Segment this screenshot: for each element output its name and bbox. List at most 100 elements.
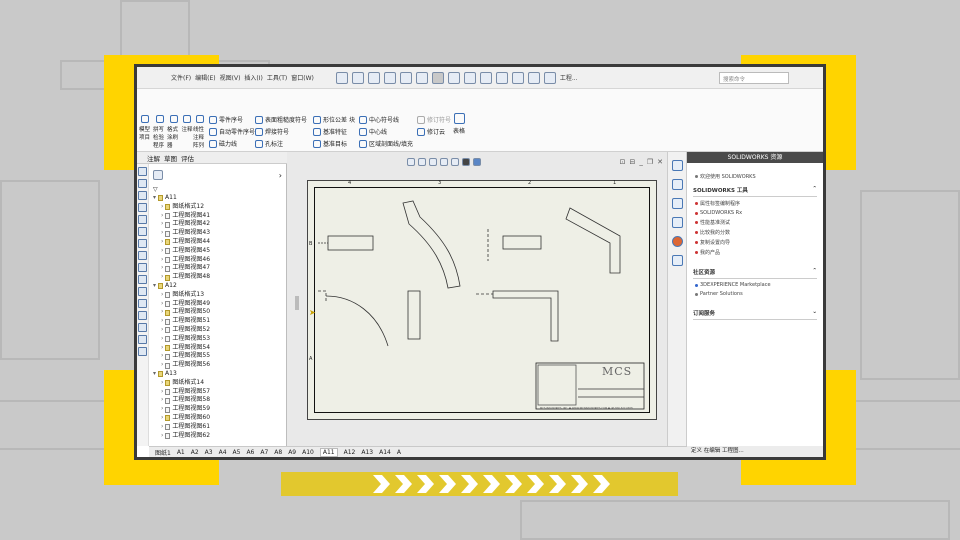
tool-icon-1[interactable] (138, 167, 147, 176)
tool-icon-4[interactable] (138, 203, 147, 212)
tree-view-node[interactable]: › 工程图视图59 (149, 405, 286, 414)
tree-view-node[interactable]: › 工程图视图54 (149, 344, 286, 353)
tool-icon-6[interactable] (138, 227, 147, 236)
tool-link[interactable]: 性能基准测试 (695, 219, 815, 226)
tree-view-node[interactable]: › 工程图视图58 (149, 396, 286, 405)
tool-icon-5[interactable] (138, 215, 147, 224)
design-library-icon[interactable] (671, 179, 683, 190)
tile-icon[interactable]: ⊡ (620, 158, 626, 166)
toolbox-icon[interactable] (495, 71, 508, 84)
monitor-icon[interactable] (473, 158, 481, 166)
tab-evaluate[interactable]: 评估 (181, 153, 194, 163)
display-style-icon[interactable] (451, 158, 459, 166)
chevron-right-icon[interactable]: › (161, 203, 163, 212)
tree-view-node[interactable]: › 工程图视图60 (149, 414, 286, 423)
tool-icon-10[interactable] (138, 275, 147, 284)
restore-small-icon[interactable]: ⊟ (629, 158, 635, 166)
chevron-right-icon[interactable]: › (161, 423, 163, 432)
tool-icon-15[interactable] (138, 335, 147, 344)
chevron-right-icon[interactable]: › (161, 432, 163, 441)
chevron-right-icon[interactable]: › (161, 212, 163, 221)
tool-link[interactable]: SOLIDWORKS Rx (695, 210, 815, 216)
chevron-right-icon[interactable]: › (161, 361, 163, 370)
drawing-sheet[interactable]: 4 3 2 1 B A MCS MCS INDUSTRIES, INC. ● W… (307, 180, 657, 420)
chevron-right-icon[interactable]: › (161, 414, 163, 423)
chevron-right-icon[interactable]: › (161, 344, 163, 353)
restore-icon[interactable]: ❐ (647, 158, 653, 166)
undo-icon[interactable] (415, 71, 428, 84)
sheet-tab[interactable]: A13 (361, 449, 373, 456)
select-arrow-icon[interactable] (431, 71, 444, 84)
revision-cloud-button[interactable]: 修订云 (417, 127, 445, 136)
tool-link[interactable]: 复制设置向导 (695, 239, 815, 246)
chevron-right-icon[interactable]: › (161, 256, 163, 265)
chevron-right-icon[interactable]: › (161, 300, 163, 309)
tree-view-node[interactable]: › 工程图视图45 (149, 247, 286, 256)
tree-view-node[interactable]: › 图纸格式14 (149, 379, 286, 388)
menu-file[interactable]: 文件(F) (171, 73, 191, 82)
tree-view-node[interactable]: › 工程图视图41 (149, 212, 286, 221)
home-icon[interactable] (335, 71, 348, 84)
new-file-icon[interactable] (351, 71, 364, 84)
chevron-right-icon[interactable]: › (161, 326, 163, 335)
expand-arrow-icon[interactable]: ▾ (153, 282, 156, 291)
open-folder-icon[interactable] (367, 71, 380, 84)
sheet-tab[interactable]: 图纸1 (155, 448, 171, 457)
tool-icon-7[interactable] (138, 239, 147, 248)
weld-symbol-button[interactable]: 焊接符号 (255, 127, 289, 136)
search-commands-input[interactable]: 搜索命令 (719, 71, 789, 84)
tree-sheet-node[interactable]: ▾ A12 (149, 282, 286, 291)
chevron-right-icon[interactable]: › (161, 388, 163, 397)
save-icon[interactable] (383, 71, 396, 84)
tree-view-node[interactable]: › 工程图视图61 (149, 423, 286, 432)
custom-properties-icon[interactable] (671, 255, 683, 266)
expand-arrow-icon[interactable]: ▾ (153, 370, 156, 379)
appearance-icon[interactable] (462, 158, 470, 166)
expand-arrow-icon[interactable]: ▾ (153, 194, 156, 203)
tree-sheet-node[interactable]: ▾ A13 (149, 370, 286, 379)
chevron-right-icon[interactable]: › (161, 273, 163, 282)
tree-view-node[interactable]: › 工程图视图52 (149, 326, 286, 335)
collapse-chevron-icon[interactable]: ⌃ (812, 186, 817, 194)
tool-link[interactable]: 属性标签编制程序 (695, 200, 815, 207)
zoom-area-icon[interactable] (418, 158, 426, 166)
drawing-canvas[interactable]: ⊡ ⊟ _ ❐ ✕ 4 3 2 1 B A MCS MCS INDUSTRIES… (287, 152, 667, 446)
minimize-icon[interactable]: _ (639, 158, 643, 166)
tree-view-node[interactable]: › 工程图视图42 (149, 220, 286, 229)
tool-link[interactable]: 比较我的分数 (695, 229, 815, 236)
tree-view-node[interactable]: › 工程图视图43 (149, 229, 286, 238)
tree-view-node[interactable]: › 工程图视图47 (149, 264, 286, 273)
tool-icon-13[interactable] (138, 311, 147, 320)
welcome-link[interactable]: 欢迎使用 SOLIDWORKS (695, 173, 815, 180)
datum-feature-button[interactable]: 基准特征 (313, 127, 347, 136)
surface-finish-button[interactable]: 表面粗糙度符号 (255, 115, 307, 124)
tree-view-node[interactable]: › 工程图视图62 (149, 432, 286, 441)
tool-icon-2[interactable] (138, 179, 147, 188)
tree-view-node[interactable]: › 工程图视图55 (149, 352, 286, 361)
tools-section-header[interactable]: SOLIDWORKS 工具 ⌃ (693, 186, 817, 197)
tree-view-node[interactable]: › 图纸格式13 (149, 291, 286, 300)
options-gear-icon[interactable] (479, 71, 492, 84)
sheet-tab[interactable]: A14 (379, 449, 391, 456)
tree-view-node[interactable]: › 工程图视图57 (149, 388, 286, 397)
chevron-right-icon[interactable]: › (161, 396, 163, 405)
hole-callout-button[interactable]: 孔标注 (255, 139, 283, 148)
home-tab-icon[interactable] (671, 160, 683, 171)
feature-manager-icon[interactable] (153, 170, 163, 180)
tool-icon-16[interactable] (138, 347, 147, 356)
spell-check-button[interactable]: 拼写检验程序 (153, 115, 167, 149)
tool-link[interactable]: 我的产品 (695, 249, 815, 256)
chevron-right-icon[interactable]: › (161, 308, 163, 317)
sheet-tab[interactable]: A2 (191, 449, 199, 456)
previous-view-icon[interactable] (429, 158, 437, 166)
view-orientation-icon[interactable] (440, 158, 448, 166)
print-icon[interactable] (399, 71, 412, 84)
hatch-button[interactable]: 区域剖面线/填充 (359, 139, 413, 148)
tool-icon-3[interactable] (138, 191, 147, 200)
community-section-header[interactable]: 社区资源 ⌃ (693, 268, 817, 279)
expand-chevron-icon[interactable]: ⌄ (812, 309, 817, 317)
menu-edit[interactable]: 编辑(E) (195, 73, 215, 82)
chevron-right-icon[interactable]: › (161, 247, 163, 256)
sheet-tab[interactable]: A8 (274, 449, 282, 456)
sheet-tab[interactable]: A7 (260, 449, 268, 456)
